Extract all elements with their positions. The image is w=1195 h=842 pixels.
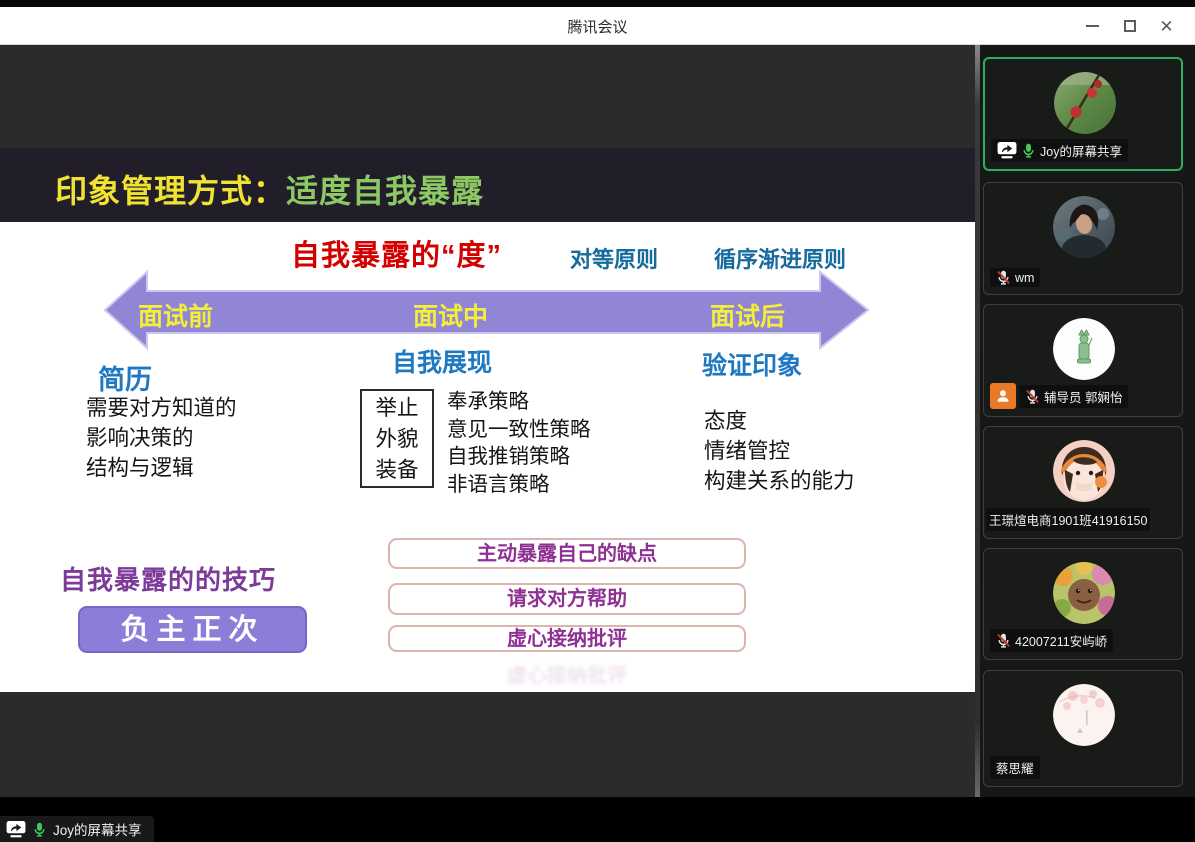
participant-name: 王璟煊电商1901班41916150: [989, 510, 1147, 529]
participant-name: Joy的屏幕共享: [1040, 141, 1122, 160]
avatar-statue: [1053, 318, 1115, 380]
tip-reflection: 虚心接纳批评: [388, 659, 746, 688]
avatar-blossom: [1053, 684, 1115, 746]
window-controls: ✕: [1074, 7, 1185, 45]
maximize-button[interactable]: [1111, 7, 1148, 45]
slide-title-band: 印象管理方式：适度自我暴露: [0, 148, 975, 222]
sharing-banner-label: Joy的屏幕共享: [53, 819, 142, 839]
minimize-icon: [1086, 25, 1099, 27]
participant-tile-joy[interactable]: Joy的屏幕共享: [983, 57, 1183, 171]
participant-name: 42007211安屿峤: [1015, 631, 1107, 650]
close-button[interactable]: ✕: [1148, 7, 1185, 45]
participant-tile-wang[interactable]: 王璟煊电商1901班41916150: [983, 426, 1183, 539]
mic-on-icon: [32, 822, 47, 837]
timeline-during: 面试中: [413, 297, 488, 333]
participant-tile-counselor[interactable]: 辅导员 郭娴怡: [983, 304, 1183, 417]
tip-ask-help: 请求对方帮助: [388, 583, 746, 615]
self-presentation-title: 自我展现: [392, 343, 492, 379]
mic-on-icon: [1021, 143, 1036, 158]
verify-line: 构建关系的能力: [704, 466, 855, 496]
participant-name-tag: 42007211安屿峤: [990, 629, 1113, 652]
tip-expose-weakness: 主动暴露自己的缺点: [388, 538, 746, 569]
avatar-berries: [1054, 72, 1116, 134]
close-icon: ✕: [1159, 18, 1173, 35]
sidebar-edge-gradient: [975, 45, 980, 797]
shared-screen-top-zone: [0, 45, 975, 148]
appearance-item: 举止: [362, 393, 432, 424]
screen-top-strip: [0, 0, 1195, 7]
screen-share-icon: [997, 142, 1017, 159]
participant-name-tag: Joy的屏幕共享: [991, 139, 1128, 162]
participant-name: wm: [1015, 271, 1034, 285]
minimize-button[interactable]: [1074, 7, 1111, 45]
maximize-icon: [1124, 20, 1136, 32]
shared-screen-area: 印象管理方式：适度自我暴露 自我暴露的“度” 对等原则 循序渐进原则 面试前 面…: [0, 45, 975, 797]
window-title: 腾讯会议: [0, 16, 1195, 37]
avatar-anime-girl: [1053, 440, 1115, 502]
strategy-item: 奉承策略: [447, 388, 591, 416]
resume-lines: 需要对方知道的 影响决策的 结构与逻辑: [86, 393, 237, 483]
host-badge-icon: [990, 383, 1016, 409]
slide-content: 自我暴露的“度” 对等原则 循序渐进原则 面试前 面试中 面试后 简历 需要对方…: [0, 222, 975, 692]
strategy-item: 非语言策略: [447, 471, 591, 499]
verify-lines: 态度 情绪管控 构建关系的能力: [704, 406, 855, 496]
verify-line: 态度: [704, 406, 855, 436]
skills-main-button: 负主正次: [78, 606, 307, 653]
avatar-woman: [1053, 196, 1115, 258]
strategy-list: 奉承策略 意见一致性策略 自我推销策略 非语言策略: [447, 388, 591, 498]
mic-muted-icon: [996, 633, 1011, 648]
slide-title: 印象管理方式：适度自我暴露: [55, 166, 484, 212]
avatar-flower-doll: [1053, 562, 1115, 624]
tip-accept-criticism: 虚心接纳批评: [388, 625, 746, 652]
participant-name-tag: 蔡思耀: [990, 756, 1040, 779]
slide-title-prefix: 印象管理方式：: [55, 173, 286, 209]
verify-impression-title: 验证印象: [702, 346, 802, 382]
participant-tile-cai[interactable]: 蔡思耀: [983, 670, 1183, 787]
participant-name-tag: 辅导员 郭娴怡: [1019, 385, 1128, 408]
mic-muted-icon: [1025, 389, 1040, 404]
participant-name: 辅导员 郭娴怡: [1044, 387, 1122, 406]
resume-line: 影响决策的: [86, 423, 237, 453]
participant-tile-wm[interactable]: wm: [983, 182, 1183, 295]
skills-title: 自我暴露的的技巧: [60, 560, 276, 597]
mic-muted-icon: [996, 270, 1011, 285]
strategy-item: 意见一致性策略: [447, 416, 591, 444]
strategy-item: 自我推销策略: [447, 443, 591, 471]
appearance-item: 外貌: [362, 424, 432, 455]
titlebar: 腾讯会议 ✕: [0, 7, 1195, 45]
timeline-after: 面试后: [710, 297, 785, 333]
resume-line: 需要对方知道的: [86, 393, 237, 423]
resume-line: 结构与逻辑: [86, 453, 237, 483]
slide-title-highlight: 适度自我暴露: [286, 173, 484, 209]
screen-share-icon: [6, 821, 26, 838]
appearance-box: 举止 外貌 装备: [360, 389, 434, 488]
participant-tile-an[interactable]: 42007211安屿峤: [983, 548, 1183, 660]
participant-name-tag: wm: [990, 268, 1040, 287]
verify-line: 情绪管控: [704, 436, 855, 466]
resume-title: 简历: [98, 358, 152, 397]
participants-sidebar: Joy的屏幕共享: [975, 45, 1195, 797]
sharing-status-banner: Joy的屏幕共享: [0, 816, 154, 842]
participant-name-tag: 王璟煊电商1901班41916150: [986, 508, 1150, 531]
timeline-before: 面试前: [138, 297, 213, 333]
participant-name: 蔡思耀: [996, 758, 1034, 777]
appearance-item: 装备: [362, 455, 432, 486]
